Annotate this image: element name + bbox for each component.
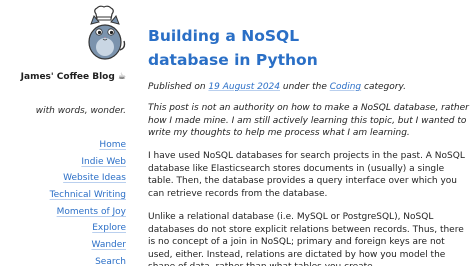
meta-prefix: Published on: [148, 82, 209, 92]
meta-middle: under the: [280, 82, 330, 92]
post-title: Building a NoSQL database in Python: [148, 27, 318, 69]
nav-item-search: Search: [6, 254, 126, 266]
body-paragraph: Unlike a relational database (i.e. MySQL…: [148, 212, 464, 266]
nav-item-home: Home: [6, 137, 126, 154]
body-paragraph: I have used NoSQL databases for search p…: [148, 151, 465, 199]
nav-item-technical-writing: Technical Writing: [6, 187, 126, 204]
nav-item-website-ideas: Website Ideas: [6, 170, 126, 187]
nav-item-indie-web: Indie Web: [6, 154, 126, 171]
nav-link-explore[interactable]: Explore: [92, 223, 126, 233]
coffee-cat-logo[interactable]: [84, 4, 126, 62]
nav-link-indie-web[interactable]: Indie Web: [81, 157, 126, 167]
sidebar: James' Coffee Blog ☕ with words, wonder.…: [0, 0, 128, 266]
nav-item-explore: Explore: [6, 220, 126, 237]
post-content: Building a NoSQL database in Python Publ…: [148, 0, 474, 266]
post-date-link[interactable]: 19 August 2024: [208, 82, 280, 92]
disclaimer-note: This post is not an authority on how to …: [148, 103, 469, 139]
nav-link-website-ideas[interactable]: Website Ideas: [63, 173, 126, 183]
blog-title[interactable]: James' Coffee Blog ☕: [16, 70, 126, 84]
post-meta: Published on 19 August 2024 under the Co…: [148, 81, 468, 94]
nav-link-search[interactable]: Search: [95, 257, 126, 266]
nav-link-wander[interactable]: Wander: [92, 240, 127, 250]
nav-link-technical-writing[interactable]: Technical Writing: [50, 190, 126, 200]
nav-item-wander: Wander: [6, 237, 127, 254]
blog-tagline: with words, wonder.: [35, 106, 126, 116]
category-link[interactable]: Coding: [330, 82, 361, 92]
nav-item-moments-of-joy: Moments of Joy: [6, 204, 126, 221]
sidebar-nav: Home Indie Web Website Ideas Technical W…: [6, 137, 126, 266]
nav-link-home[interactable]: Home: [99, 140, 126, 150]
meta-suffix: category.: [361, 82, 406, 92]
nav-link-moments-of-joy[interactable]: Moments of Joy: [57, 207, 126, 217]
